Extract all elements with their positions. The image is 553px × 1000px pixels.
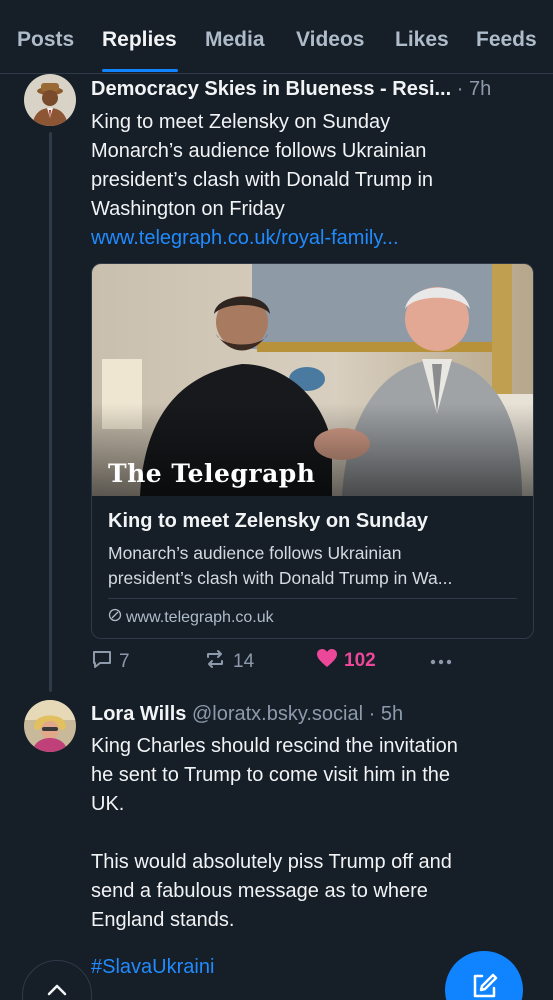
card-domain-text: www.telegraph.co.uk bbox=[126, 608, 274, 626]
author-avatar-image bbox=[24, 700, 76, 752]
chevron-up-icon bbox=[46, 983, 68, 1000]
post-text-line: he sent to Trump to come visit him in th… bbox=[91, 764, 451, 786]
post-header: Democracy Skies in Blueness - Resi... · … bbox=[91, 78, 491, 101]
author-avatar-image bbox=[24, 74, 76, 126]
avatar[interactable] bbox=[24, 74, 76, 126]
profile-tabs: Posts Replies Media Videos Likes Feeds bbox=[0, 0, 553, 74]
tab-videos[interactable]: Videos bbox=[296, 28, 364, 52]
publication-logo: The Telegraph bbox=[108, 459, 316, 488]
author-name[interactable]: Democracy Skies in Blueness - Resi... bbox=[91, 78, 451, 100]
post-text-line: Monarch’s audience follows Ukrainian bbox=[91, 140, 427, 162]
reply-count: 7 bbox=[119, 651, 130, 672]
compose-pencil-icon bbox=[469, 971, 499, 1000]
author-name[interactable]: Lora Wills bbox=[91, 703, 186, 725]
post-text-line: send a fabulous message as to where bbox=[91, 880, 428, 902]
scroll-to-top-button[interactable] bbox=[22, 960, 92, 1000]
author-handle[interactable]: @loratx.bsky.social bbox=[192, 703, 363, 725]
tab-likes[interactable]: Likes bbox=[395, 28, 449, 52]
card-divider bbox=[108, 598, 517, 599]
post-link[interactable]: www.telegraph.co.uk/royal-family... bbox=[91, 224, 531, 253]
card-description-line: Monarch’s audience follows Ukrainian bbox=[108, 543, 402, 563]
post-text: King to meet Zelensky on Sunday Monarch’… bbox=[91, 108, 531, 253]
more-options-button[interactable] bbox=[429, 652, 453, 678]
repost-arrows-icon bbox=[203, 648, 227, 676]
post-text-line: Washington on Friday bbox=[91, 198, 285, 220]
tab-media[interactable]: Media bbox=[205, 28, 265, 52]
link-preview-card[interactable]: The Telegraph King to meet Zelensky on S… bbox=[91, 263, 534, 639]
post-text-line: UK. bbox=[91, 793, 125, 815]
post-time: · 5h bbox=[368, 703, 404, 725]
card-description: Monarch’s audience follows Ukrainian pre… bbox=[108, 541, 523, 591]
post-text: King Charles should rescind the invitati… bbox=[91, 732, 531, 982]
post-text-line: president’s clash with Donald Trump in bbox=[91, 169, 434, 191]
post-actions: 7 14 102 bbox=[91, 648, 531, 678]
speech-bubble-icon bbox=[91, 648, 113, 676]
heart-icon bbox=[316, 648, 338, 674]
ellipsis-icon bbox=[429, 652, 453, 678]
text-spacer bbox=[91, 935, 531, 953]
like-count: 102 bbox=[344, 650, 376, 671]
post-time: · 7h bbox=[456, 78, 492, 100]
tab-posts[interactable]: Posts bbox=[17, 28, 74, 52]
post-text-line: England stands. bbox=[91, 909, 235, 931]
repost-count: 14 bbox=[233, 651, 255, 672]
like-button[interactable]: 102 bbox=[316, 648, 376, 674]
card-thumbnail: The Telegraph bbox=[92, 264, 533, 496]
active-tab-indicator bbox=[102, 69, 178, 72]
post-text-line bbox=[91, 819, 531, 848]
thread-connector-line bbox=[49, 132, 52, 692]
post-text-line: King to meet Zelensky on Sunday bbox=[91, 111, 391, 133]
avatar[interactable] bbox=[24, 700, 76, 752]
card-domain: www.telegraph.co.uk bbox=[108, 608, 274, 627]
reply-button[interactable]: 7 bbox=[91, 648, 130, 676]
card-description-line: president’s clash with Donald Trump in W… bbox=[108, 568, 453, 588]
post-text-line: King Charles should rescind the invitati… bbox=[91, 735, 458, 757]
card-title: King to meet Zelensky on Sunday bbox=[108, 510, 429, 532]
tab-replies[interactable]: Replies bbox=[102, 28, 177, 52]
tab-feeds[interactable]: Feeds bbox=[476, 28, 537, 52]
globe-icon bbox=[108, 608, 122, 627]
post-text-line: This would absolutely piss Trump off and bbox=[91, 851, 452, 873]
repost-button[interactable]: 14 bbox=[203, 648, 254, 676]
post-header: Lora Wills @loratx.bsky.social · 5h bbox=[91, 703, 403, 726]
